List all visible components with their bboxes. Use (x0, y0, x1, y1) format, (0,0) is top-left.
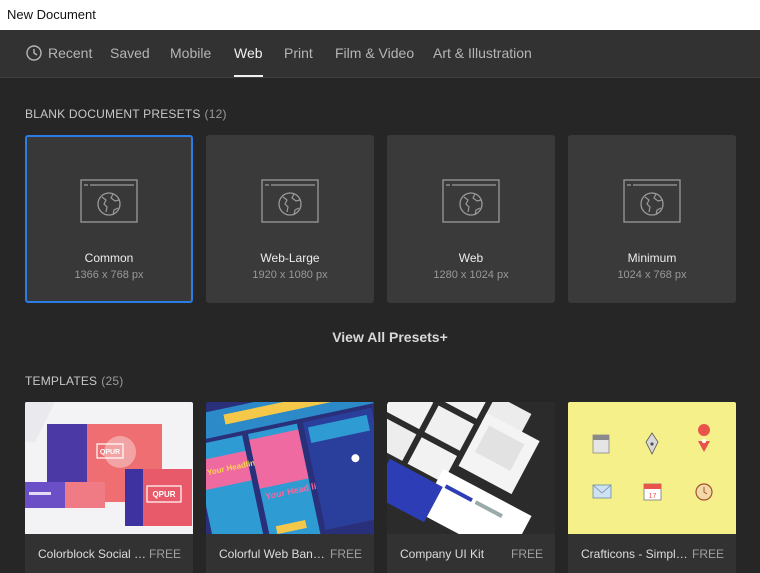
web-globe-icon (623, 179, 681, 223)
template-name: Company UI Kit (400, 547, 485, 561)
thumb-text: QPUR (100, 449, 120, 456)
preset-name: Minimum (627, 251, 677, 265)
preset-card-web-large[interactable]: Web-Large 1920 x 1080 px (206, 135, 374, 303)
template-card-company-ui-kit[interactable]: Company UI Kit FREE (387, 402, 555, 573)
preset-card-web[interactable]: Web 1280 x 1024 px (387, 135, 555, 303)
templates-section-title: TEMPLATES (25) (25, 374, 123, 388)
preset-size: 1366 x 768 px (74, 269, 144, 281)
presets-count: (12) (204, 107, 227, 121)
preset-name: Web-Large (260, 251, 320, 265)
presets-section-title: BLANK DOCUMENT PRESETS (12) (25, 107, 227, 121)
web-globe-icon (80, 179, 138, 223)
category-tab-bar: Recent Saved Mobile Web Print Film & Vid… (0, 30, 760, 78)
template-name: Colorblock Social Me... (38, 547, 150, 561)
template-card-colorful-web-banner[interactable]: Your Headline Here! Your Head line Here!… (206, 402, 374, 573)
thumb-text: QPUR (152, 490, 175, 499)
template-thumbnail: Your Headline Here! Your Head line Here! (206, 402, 374, 534)
free-badge: FREE (691, 547, 724, 561)
template-card-colorblock[interactable]: QPUR QPUR Colorblock Social Me... FREE (25, 402, 193, 573)
template-label: Company UI Kit FREE (387, 534, 555, 573)
tab-saved[interactable]: Saved (110, 30, 150, 77)
tab-web[interactable]: Web (234, 30, 263, 77)
thumb-text: 17 (649, 493, 657, 500)
web-globe-icon (442, 179, 500, 223)
preset-card-common[interactable]: Common 1366 x 768 px (25, 135, 193, 303)
tab-film-video[interactable]: Film & Video (335, 30, 414, 77)
free-badge: FREE (329, 547, 362, 561)
view-all-presets-link[interactable]: View All Presets+ (0, 329, 760, 345)
preset-size: 1280 x 1024 px (433, 269, 509, 281)
preset-name: Web (458, 251, 484, 265)
presets-section-label: BLANK DOCUMENT PRESETS (25, 107, 201, 121)
template-thumbnail: 17 (568, 402, 736, 534)
window-title: New Document (0, 0, 760, 30)
preset-card-minimum[interactable]: Minimum 1024 x 768 px (568, 135, 736, 303)
tab-recent[interactable]: Recent (26, 30, 92, 77)
template-name: Crafticons - Simple Set (581, 547, 693, 561)
template-thumbnail (387, 402, 555, 534)
web-globe-icon (261, 179, 319, 223)
templates-count: (25) (101, 374, 124, 388)
tab-print[interactable]: Print (284, 30, 313, 77)
template-name: Colorful Web Banner... (219, 547, 331, 561)
template-card-crafticons[interactable]: 17 Crafticons - Simple Set FREE (568, 402, 736, 573)
preset-name: Common (84, 251, 134, 265)
tab-mobile[interactable]: Mobile (170, 30, 211, 77)
template-label: Crafticons - Simple Set FREE (568, 534, 736, 573)
clock-icon (26, 45, 42, 61)
preset-size: 1024 x 768 px (617, 269, 687, 281)
tab-art-illustration[interactable]: Art & Illustration (433, 30, 532, 77)
template-label: Colorblock Social Me... FREE (25, 534, 193, 573)
free-badge: FREE (510, 547, 543, 561)
templates-section-label: TEMPLATES (25, 374, 98, 388)
preset-size: 1920 x 1080 px (252, 269, 328, 281)
template-thumbnail: QPUR QPUR (25, 402, 193, 534)
template-label: Colorful Web Banner... FREE (206, 534, 374, 573)
free-badge: FREE (148, 547, 181, 561)
tab-recent-label: Recent (48, 45, 93, 61)
